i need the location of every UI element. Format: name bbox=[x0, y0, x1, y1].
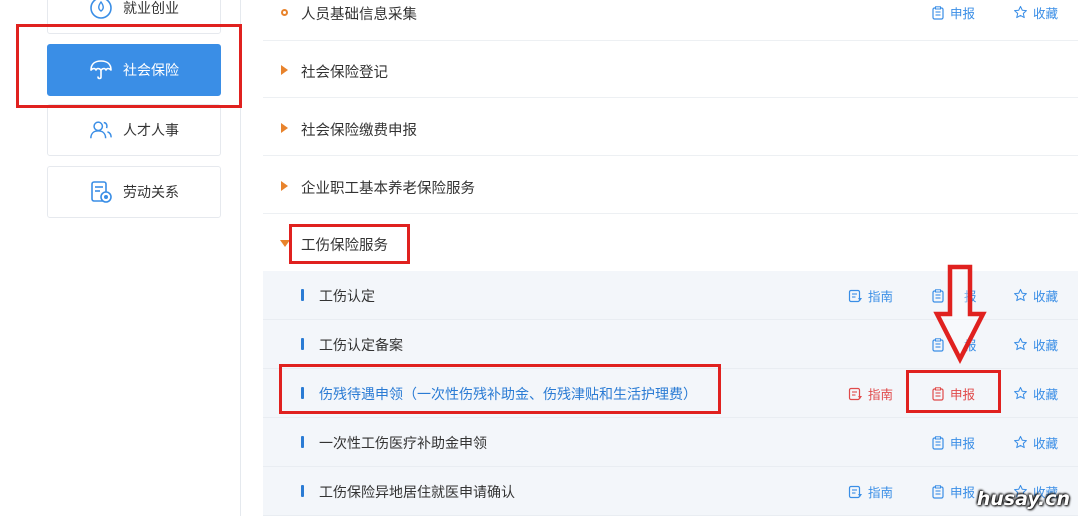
clipboard-icon bbox=[932, 5, 944, 20]
annotation-box bbox=[906, 370, 1001, 413]
sub-list-item[interactable]: 工伤保险异地居住就医申请确认 指南 申报 收藏 bbox=[263, 467, 1078, 516]
triangle-right-icon bbox=[281, 181, 288, 191]
favorite-button[interactable]: 收藏 bbox=[1013, 335, 1058, 354]
guide-button[interactable]: 指南 bbox=[848, 482, 893, 501]
sub-item-title: 工伤认定 bbox=[319, 289, 375, 305]
star-icon bbox=[1014, 435, 1027, 449]
sidebar-item-talent[interactable]: 人才人事 bbox=[47, 104, 221, 156]
category-title: 社会保险登记 bbox=[301, 65, 388, 81]
favorite-button[interactable]: 收藏 bbox=[1013, 433, 1058, 452]
list-item[interactable]: 人员基础信息采集 申报 收藏 bbox=[263, 0, 1078, 41]
people-icon bbox=[89, 118, 113, 142]
annotation-box bbox=[279, 364, 721, 414]
clipboard-icon bbox=[932, 484, 944, 499]
guide-icon bbox=[848, 387, 862, 400]
favorite-button[interactable]: 收藏 bbox=[1013, 3, 1058, 22]
declare-button[interactable]: 申报 bbox=[931, 482, 975, 501]
sub-item-title: 工伤认定备案 bbox=[319, 338, 403, 354]
guide-button[interactable]: 指南 bbox=[848, 384, 893, 403]
sidebar-item-label: 人才人事 bbox=[123, 123, 179, 139]
favorite-button[interactable]: 收藏 bbox=[1013, 286, 1058, 305]
guide-icon bbox=[848, 485, 862, 498]
triangle-right-icon bbox=[281, 123, 288, 133]
declare-button[interactable]: 申报 bbox=[931, 3, 975, 22]
guide-button[interactable]: 指南 bbox=[848, 286, 893, 305]
category-row[interactable]: 企业职工基本养老保险服务 bbox=[263, 156, 1078, 214]
watermark: husay.cn bbox=[976, 488, 1070, 510]
favorite-button[interactable]: 收藏 bbox=[1013, 384, 1058, 403]
sidebar-item-labor-relations[interactable]: 劳动关系 bbox=[47, 166, 221, 218]
sidebar-item-label: 劳动关系 bbox=[123, 185, 179, 201]
bullet-bar bbox=[301, 485, 304, 497]
item-title: 人员基础信息采集 bbox=[301, 7, 417, 23]
bullet-bar bbox=[301, 289, 304, 301]
clipboard-icon bbox=[932, 435, 944, 450]
contract-icon bbox=[89, 180, 113, 204]
triangle-right-icon bbox=[281, 65, 288, 75]
star-icon bbox=[1014, 386, 1027, 400]
sub-item-title: 一次性工伤医疗补助金申领 bbox=[319, 436, 487, 452]
bullet-bar bbox=[301, 436, 304, 448]
star-icon bbox=[1014, 5, 1027, 19]
drop-icon bbox=[89, 0, 113, 20]
declare-button[interactable]: 申报 bbox=[931, 433, 975, 452]
annotation-box bbox=[289, 224, 410, 264]
sub-list-item[interactable]: 一次性工伤医疗补助金申领 申报 收藏 bbox=[263, 418, 1078, 467]
category-row[interactable]: 社会保险登记 bbox=[263, 41, 1078, 98]
ring-bullet-icon bbox=[281, 9, 288, 16]
arrow-down-icon bbox=[933, 264, 987, 364]
category-title: 企业职工基本养老保险服务 bbox=[301, 181, 475, 197]
annotation-box bbox=[16, 24, 242, 108]
guide-icon bbox=[848, 289, 862, 302]
star-icon bbox=[1014, 337, 1027, 351]
category-title: 社会保险缴费申报 bbox=[301, 123, 417, 139]
category-row[interactable]: 社会保险缴费申报 bbox=[263, 98, 1078, 156]
star-icon bbox=[1014, 288, 1027, 302]
bullet-bar bbox=[301, 338, 304, 350]
sub-item-title: 工伤保险异地居住就医申请确认 bbox=[319, 485, 515, 501]
sidebar-item-label: 就业创业 bbox=[123, 1, 179, 17]
